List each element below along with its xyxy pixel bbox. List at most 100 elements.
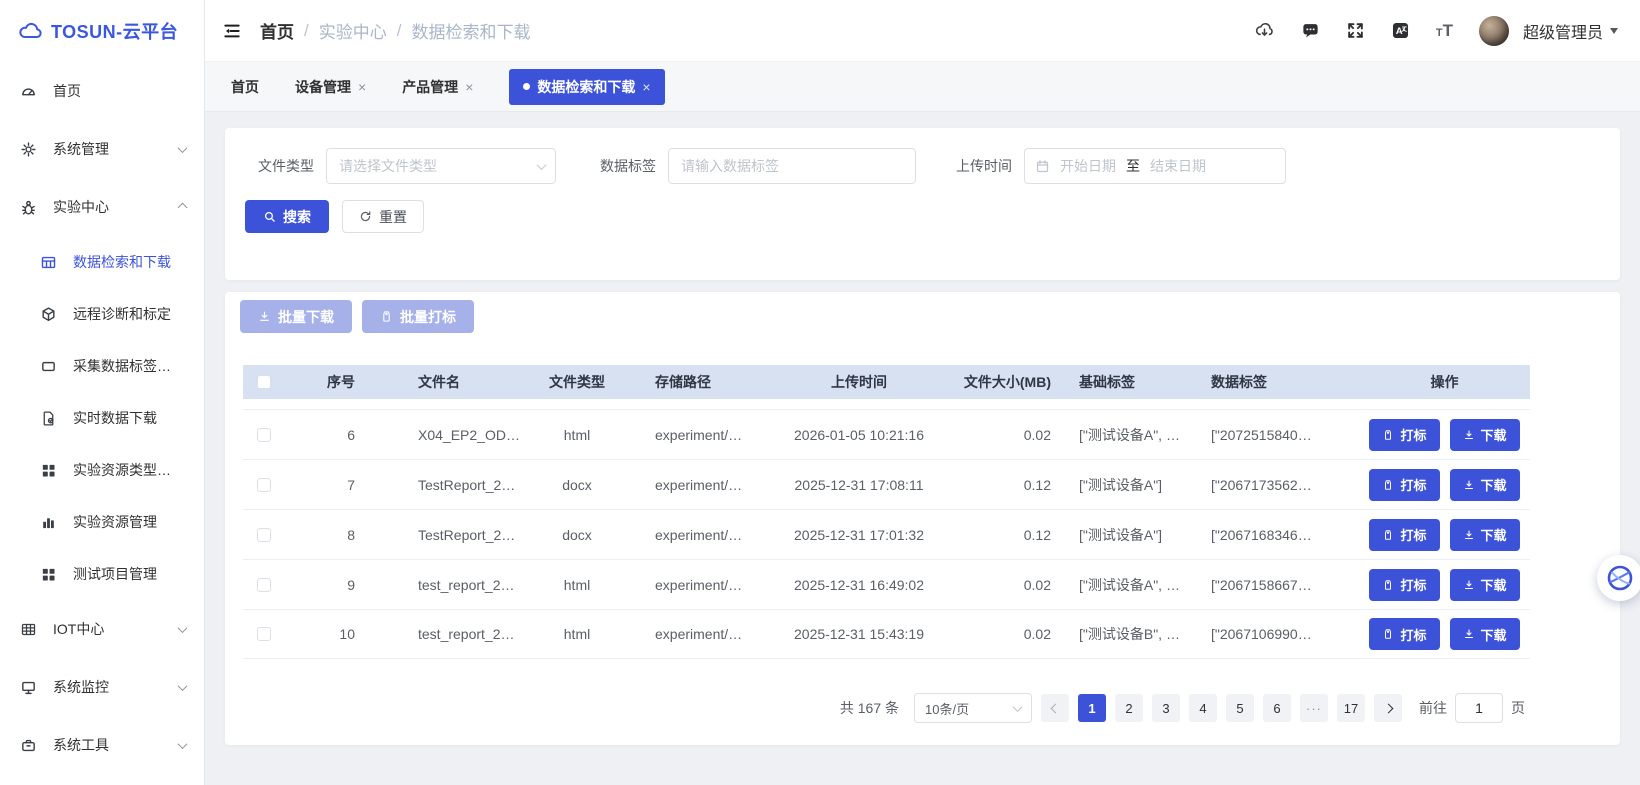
download-button[interactable]: 下载 (1450, 419, 1520, 451)
table-row: 10 test_report_2… html experiment/… 2025… (243, 609, 1530, 659)
table-row: 9 test_report_2… html experiment/… 2025-… (243, 559, 1530, 609)
assistant-float-button[interactable] (1597, 555, 1640, 601)
sidebar-item-test-project-mgmt[interactable]: 测试项目管理 (0, 548, 204, 600)
download-button[interactable]: 下载 (1450, 569, 1520, 601)
batch-download-button[interactable]: 批量下载 (240, 300, 352, 333)
sidebar-item-experiment-resource-type[interactable]: 实验资源类型… (0, 444, 204, 496)
sidebar-item-data-search-download[interactable]: 数据检索和下载 (0, 236, 204, 288)
avatar[interactable] (1479, 16, 1509, 46)
tab-data-search-download[interactable]: 数据检索和下载× (509, 69, 664, 105)
close-icon[interactable]: × (358, 79, 366, 95)
sidebar-item-collect-data-tags[interactable]: 采集数据标签… (0, 340, 204, 392)
row-checkbox[interactable] (257, 627, 271, 641)
data-tag-input[interactable] (668, 148, 916, 184)
font-size-icon[interactable]: TT (1436, 22, 1453, 39)
sidebar-item-experiment-resource-mgmt[interactable]: 实验资源管理 (0, 496, 204, 548)
download-button-label: 下载 (1481, 625, 1507, 644)
download-button[interactable]: 下载 (1450, 469, 1520, 501)
sidebar-item-iot-center[interactable]: IOT中心 (0, 600, 204, 658)
fullscreen-icon[interactable] (1346, 21, 1365, 40)
cube-icon (40, 306, 57, 323)
date-range-picker[interactable]: 开始日期 至 结束日期 (1024, 148, 1286, 184)
gear-icon (20, 141, 37, 158)
chevron-down-icon (178, 681, 188, 691)
tab-label: 产品管理 (402, 77, 458, 97)
topbar-actions: A TT 超级管理员 (1254, 16, 1640, 46)
next-page-button[interactable] (1374, 694, 1402, 722)
prev-page-button[interactable] (1041, 694, 1069, 722)
download-button-label: 下载 (1481, 425, 1507, 444)
goto-unit: 页 (1511, 698, 1525, 718)
sidebar-item-system-management[interactable]: 系统管理 (0, 120, 204, 178)
tab-device-mgmt[interactable]: 设备管理 × (295, 77, 366, 97)
goto-label: 前往 (1419, 698, 1447, 718)
close-icon[interactable]: × (642, 79, 650, 95)
sidebar-item-label: 采集数据标签… (73, 356, 171, 376)
tag-button[interactable]: 打标 (1369, 519, 1439, 551)
sidebar-item-system-tools[interactable]: 系统工具 (0, 716, 204, 774)
batch-tag-button[interactable]: 批量打标 (362, 300, 474, 333)
sidebar-collapse-icon[interactable] (222, 21, 242, 41)
cell-path: experiment/… (623, 477, 759, 493)
cell-filesize: 0.02 (959, 427, 1077, 443)
sidebar-item-label: 系统工具 (53, 735, 163, 755)
sidebar-item-realtime-data-download[interactable]: 实时数据下载 (0, 392, 204, 444)
user-menu[interactable]: 超级管理员 (1523, 19, 1618, 43)
sidebar-item-system-monitor[interactable]: 系统监控 (0, 658, 204, 716)
reset-button[interactable]: 重置 (342, 200, 424, 233)
page-button-4[interactable]: 4 (1189, 694, 1217, 722)
breadcrumb-section[interactable]: 实验中心 (319, 18, 387, 43)
chevron-down-icon (178, 623, 188, 633)
row-checkbox[interactable] (257, 428, 271, 442)
page-button-1[interactable]: 1 (1078, 694, 1106, 722)
cell-basetags: ["测试设备A"] (1077, 525, 1209, 545)
goto-page-input[interactable] (1455, 693, 1503, 723)
page-button-5[interactable]: 5 (1226, 694, 1254, 722)
page-button-6[interactable]: 6 (1263, 694, 1291, 722)
page-button-3[interactable]: 3 (1152, 694, 1180, 722)
row-checkbox[interactable] (257, 478, 271, 492)
tag-rect-icon (40, 358, 57, 375)
data-tag-label: 数据标签 (600, 156, 656, 176)
translate-icon[interactable]: A (1391, 21, 1410, 40)
tag-button[interactable]: 打标 (1369, 569, 1439, 601)
tab-product-mgmt[interactable]: 产品管理 × (402, 77, 473, 97)
tab-label: 设备管理 (295, 77, 351, 97)
search-button[interactable]: 搜索 (245, 200, 329, 233)
brand-title: TOSUN-云平台 (51, 18, 178, 44)
table-scroll-gap (243, 399, 1530, 409)
page-size-select[interactable]: 10条/页 (914, 693, 1032, 723)
cell-datatags: ["2067106990… (1209, 626, 1359, 642)
tag-button[interactable]: 打标 (1369, 419, 1439, 451)
date-range-separator: 至 (1126, 156, 1140, 176)
dashboard-icon (20, 83, 37, 100)
brand-logo[interactable]: TOSUN-云平台 (0, 0, 204, 62)
sidebar-item-remote-diagnosis[interactable]: 远程诊断和标定 (0, 288, 204, 340)
table-panel: 批量下载 批量打标 序号 文件名 文件类型 存储路径 上传时间 文件大小(MB)… (225, 292, 1620, 745)
data-table: 序号 文件名 文件类型 存储路径 上传时间 文件大小(MB) 基础标签 数据标签… (243, 365, 1530, 659)
sidebar-item-experiment-center[interactable]: 实验中心 (0, 178, 204, 236)
monitor-icon (20, 679, 37, 696)
col-header-actions: 操作 (1359, 372, 1530, 392)
select-all-checkbox[interactable] (257, 375, 271, 389)
file-type-select[interactable]: 请选择文件类型 (326, 148, 556, 184)
page-button-2[interactable]: 2 (1115, 694, 1143, 722)
cloud-icon (18, 19, 42, 43)
filter-panel: 文件类型 请选择文件类型 数据标签 上传时间 开始日期 至 结束日期 搜索 重置 (225, 128, 1620, 280)
message-icon[interactable] (1301, 21, 1320, 40)
close-icon[interactable]: × (465, 79, 473, 95)
cell-seq: 7 (285, 477, 363, 493)
row-checkbox[interactable] (257, 528, 271, 542)
more-pages-button[interactable]: ··· (1300, 694, 1328, 722)
cloud-download-icon[interactable] (1254, 20, 1275, 41)
tag-button[interactable]: 打标 (1369, 618, 1439, 650)
tag-button[interactable]: 打标 (1369, 469, 1439, 501)
tab-home[interactable]: 首页 (231, 77, 259, 97)
row-checkbox[interactable] (257, 578, 271, 592)
page-button-17[interactable]: 17 (1337, 694, 1365, 722)
sidebar-item-home[interactable]: 首页 (0, 62, 204, 120)
download-button[interactable]: 下载 (1450, 618, 1520, 650)
download-button[interactable]: 下载 (1450, 519, 1520, 551)
search-button-label: 搜索 (283, 207, 311, 227)
breadcrumb-home[interactable]: 首页 (260, 18, 294, 43)
